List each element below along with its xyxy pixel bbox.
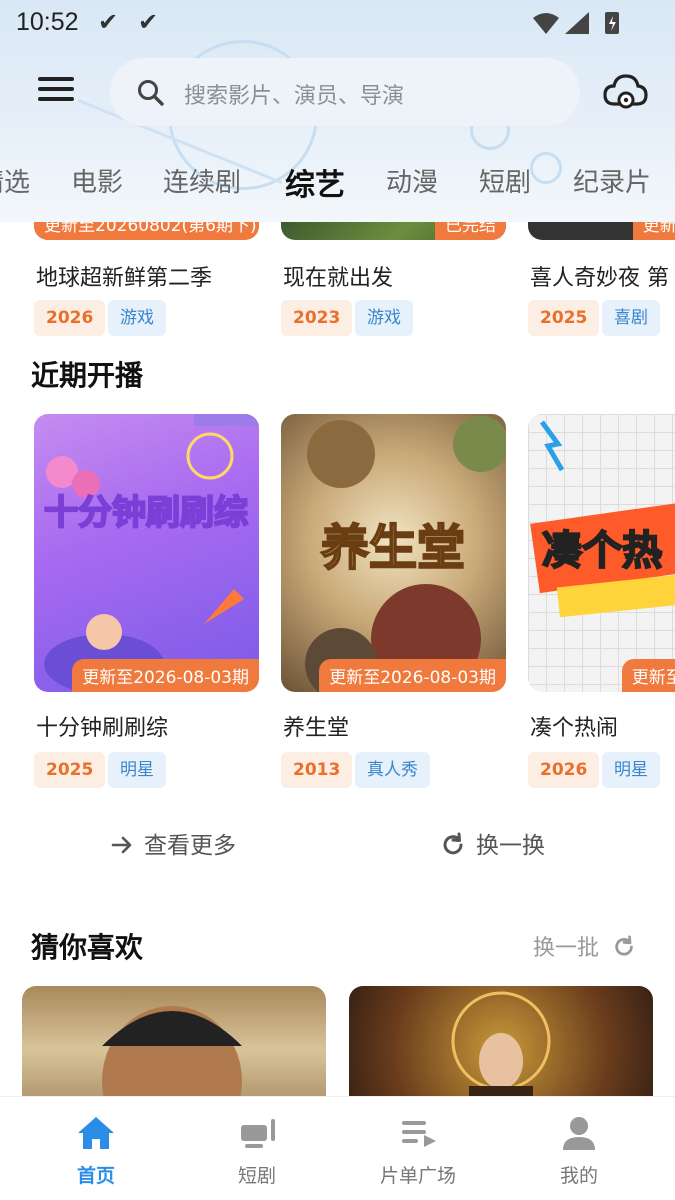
update-badge: 更新至20260802(第6期下) xyxy=(34,222,259,240)
hamburger-icon xyxy=(38,77,74,81)
nav-playlist[interactable]: 片单广场 xyxy=(334,1097,502,1200)
update-badge: 已完结 xyxy=(435,222,506,240)
nav-label: 短剧 xyxy=(237,1165,276,1187)
nav-label: 我的 xyxy=(559,1165,598,1187)
menu-button[interactable] xyxy=(38,77,74,107)
tab-short-drama[interactable]: 短剧 xyxy=(479,162,531,199)
poster-image: 养生堂 更新至2026-08-03期 xyxy=(281,414,506,692)
home-icon xyxy=(78,1117,114,1149)
bottom-nav: 首页 短剧 片单广场 我的 xyxy=(0,1096,675,1200)
view-more-label: 查看更多 xyxy=(144,833,236,859)
video-card[interactable]: 已完结 现在就出发 2023 游戏 xyxy=(281,222,506,337)
update-badge: 更新至2026-08-03期 xyxy=(72,659,259,692)
card-title: 地球超新鲜第二季 xyxy=(36,266,213,291)
search-icon xyxy=(138,80,164,106)
download-done-icon: ✔ xyxy=(98,8,119,36)
recommend-card[interactable] xyxy=(22,986,326,1097)
genre-tag: 明星 xyxy=(602,752,660,788)
poster-image: 已完结 xyxy=(281,222,506,240)
main-content: 更新至20260802(第6期下) 地球超新鲜第二季 2026 游戏 已完结 现… xyxy=(0,222,675,1097)
video-card[interactable]: 十分钟刷刷综 更新至2026-08-03期 十分钟刷刷综 xyxy=(34,414,259,741)
update-badge: 更新至2026-08-03期 xyxy=(319,659,506,692)
tab-featured[interactable]: 精选 xyxy=(0,162,30,199)
nav-short-drama[interactable]: 短剧 xyxy=(173,1097,341,1200)
year-tag: 2025 xyxy=(34,752,106,788)
refresh-icon xyxy=(615,935,633,956)
svg-text:十分钟刷刷综: 十分钟刷刷综 xyxy=(44,493,248,533)
nav-home[interactable]: 首页 xyxy=(12,1097,180,1200)
refresh-batch-button[interactable]: 换一批 xyxy=(533,930,636,962)
poster-image: 凑个热 更新至2026-0 xyxy=(528,414,675,692)
svg-text:养生堂: 养生堂 xyxy=(321,520,465,576)
poster-image: 更新至20260802(第6期下) xyxy=(34,222,259,240)
year-tag: 2026 xyxy=(34,300,106,336)
video-card[interactable]: 更新至2025- 喜人奇妙夜 第 2025 喜剧 xyxy=(528,222,675,337)
card-title: 养生堂 xyxy=(283,716,350,741)
card-title: 现在就出发 xyxy=(283,266,394,291)
genre-tag: 明星 xyxy=(108,752,166,788)
svg-text:凑个热: 凑个热 xyxy=(542,528,662,574)
poster-art: 十分钟刷刷综 xyxy=(43,414,259,692)
tab-variety[interactable]: 综艺 xyxy=(285,160,345,204)
category-tabs: 精选 电影 连续剧 综艺 动漫 短剧 纪录片 xyxy=(0,150,675,210)
video-card[interactable]: 更新至20260802(第6期下) 地球超新鲜第二季 2026 游戏 xyxy=(34,222,259,337)
refresh-batch-label: 换一批 xyxy=(533,936,600,961)
tab-series[interactable]: 连续剧 xyxy=(163,162,241,199)
year-tag: 2025 xyxy=(528,300,600,336)
tab-documentary[interactable]: 纪录片 xyxy=(573,162,651,199)
section-title-guess: 猜你喜欢 xyxy=(31,931,144,964)
year-tag: 2013 xyxy=(281,752,353,788)
playlist-icon xyxy=(402,1121,436,1147)
poster-art: 养生堂 xyxy=(305,416,506,692)
update-badge: 更新至2025- xyxy=(632,222,675,240)
genre-tag: 游戏 xyxy=(355,300,413,336)
tab-movies[interactable]: 电影 xyxy=(71,162,123,199)
genre-tag: 真人秀 xyxy=(355,752,430,788)
signal-icon xyxy=(565,12,589,34)
recommend-poster xyxy=(102,1006,242,1097)
view-more-button[interactable]: 查看更多 xyxy=(110,826,236,860)
card-title: 喜人奇妙夜 第 xyxy=(530,266,669,291)
genre-tag: 游戏 xyxy=(108,300,166,336)
update-badge: 更新至2026-0 xyxy=(621,659,675,692)
recommend-card[interactable] xyxy=(349,986,653,1097)
nav-label: 首页 xyxy=(76,1165,115,1187)
profile-icon xyxy=(563,1117,595,1150)
nav-profile[interactable]: 我的 xyxy=(495,1097,663,1200)
poster-image: 更新至2025- xyxy=(528,222,675,240)
year-tag: 2026 xyxy=(528,752,600,788)
status-time: 10:52 xyxy=(16,8,79,36)
poster-image: 十分钟刷刷综 更新至2026-08-03期 xyxy=(34,414,259,692)
search-placeholder: 搜索影片、演员、导演 xyxy=(184,84,405,109)
search-row: 搜索影片、演员、导演 xyxy=(0,58,675,126)
tab-anime[interactable]: 动漫 xyxy=(386,162,438,199)
genre-tag: 喜剧 xyxy=(602,300,660,336)
video-card[interactable]: 凑个热 更新至2026-0 凑个热闹 xyxy=(528,414,675,741)
status-icons xyxy=(533,12,619,34)
poster-art: 凑个热 xyxy=(530,420,675,618)
cloud-icon[interactable] xyxy=(602,72,648,112)
status-bar: 10:52 ✔ ✔ xyxy=(0,0,675,46)
arrow-right-icon xyxy=(111,836,132,854)
search-input[interactable]: 搜索影片、演员、导演 xyxy=(110,58,580,126)
card-title: 十分钟刷刷综 xyxy=(36,716,169,741)
nav-label: 片单广场 xyxy=(379,1165,456,1187)
swap-button[interactable]: 换一换 xyxy=(440,826,545,860)
refresh-icon xyxy=(443,832,463,855)
wifi-icon xyxy=(533,13,559,34)
year-tag: 2023 xyxy=(281,300,353,336)
card-title: 凑个热闹 xyxy=(530,716,619,741)
short-drama-icon xyxy=(241,1119,275,1148)
video-card[interactable]: 养生堂 更新至2026-08-03期 养生堂 xyxy=(281,414,506,741)
download-done-icon: ✔ xyxy=(138,8,159,36)
swap-label: 换一换 xyxy=(476,833,545,859)
recommend-poster xyxy=(451,991,551,1097)
section-title-recent: 近期开播 xyxy=(31,359,144,392)
